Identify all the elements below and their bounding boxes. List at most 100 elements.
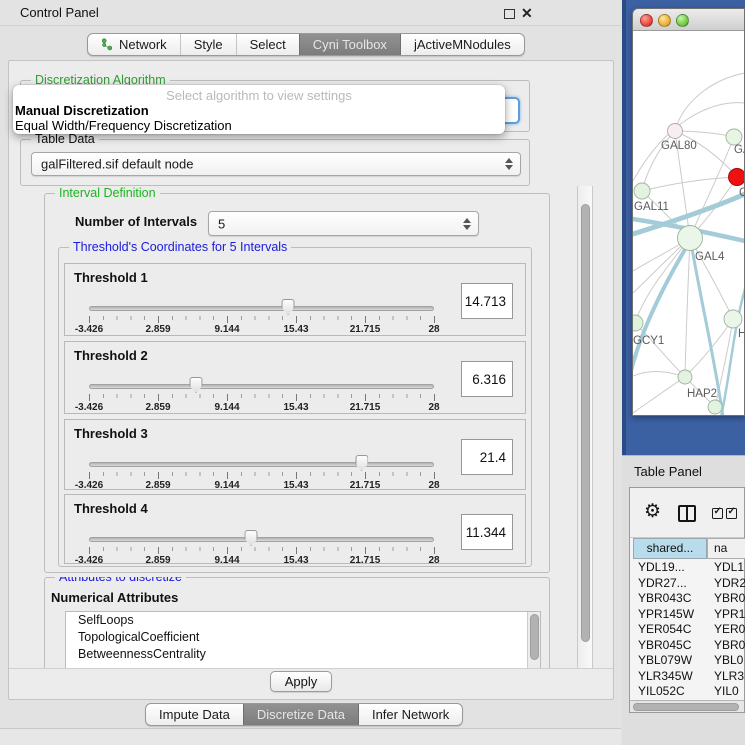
table-row[interactable]: YBR045CYBR0 bbox=[633, 638, 745, 654]
network-node-selected[interactable] bbox=[729, 169, 745, 186]
threshold-4-value-input[interactable] bbox=[461, 514, 513, 550]
tab-discretize-data-label: Discretize Data bbox=[257, 704, 345, 725]
list-item[interactable]: SelfLoops bbox=[66, 612, 540, 629]
panel-scrollbar[interactable] bbox=[577, 186, 593, 668]
slider-track[interactable] bbox=[89, 306, 434, 311]
network-icon bbox=[101, 38, 114, 51]
dropdown-option-manual[interactable]: Manual Discretization bbox=[15, 103, 149, 118]
column-header-name[interactable]: na bbox=[707, 538, 745, 559]
table-header-row: shared... na bbox=[630, 538, 744, 559]
tab-cyni-toolbox[interactable]: Cyni Toolbox bbox=[299, 34, 400, 55]
node-label: GCY1 bbox=[633, 335, 664, 347]
network-node[interactable] bbox=[678, 370, 692, 384]
list-item[interactable]: TopologicalCoefficient bbox=[66, 629, 540, 646]
table-horizontal-scrollbar-thumb[interactable] bbox=[633, 703, 739, 711]
network-canvas[interactable]: GAL80 GA C GAL11 GAL4 GCY1 H HAP2 bbox=[633, 31, 745, 416]
interval-definition-title: Interval Definition bbox=[55, 186, 160, 200]
tab-style-label: Style bbox=[194, 34, 223, 55]
apply-button[interactable]: Apply bbox=[270, 671, 332, 692]
network-node[interactable] bbox=[634, 183, 650, 199]
table-row[interactable]: YPR145WYPR1 bbox=[633, 607, 745, 623]
network-node[interactable] bbox=[726, 129, 742, 145]
close-traffic-light-icon[interactable] bbox=[640, 14, 653, 27]
table-panel-toolbar: ⚙ bbox=[630, 488, 744, 538]
threshold-3-value-input[interactable] bbox=[461, 439, 513, 475]
slider-thumb[interactable] bbox=[245, 530, 258, 546]
table-row[interactable]: YER054CYER0 bbox=[633, 622, 745, 638]
panel-scrollbar-thumb[interactable] bbox=[581, 204, 590, 642]
num-intervals-label: Number of Intervals bbox=[75, 214, 197, 229]
node-label: GA bbox=[734, 144, 745, 156]
slider-tick-labels: -3.4262.8599.14415.4321.71528 bbox=[89, 555, 434, 566]
table-row[interactable]: YBL079WYBL0 bbox=[633, 653, 745, 669]
threshold-4-slider[interactable] bbox=[89, 535, 434, 547]
close-icon[interactable]: ✕ bbox=[521, 4, 533, 22]
slider-thumb[interactable] bbox=[189, 377, 202, 393]
table-data-combobox[interactable]: galFiltered.sif default node bbox=[31, 152, 521, 176]
tab-network[interactable]: Network bbox=[88, 34, 180, 55]
table-row[interactable]: YDL19...YDL1 bbox=[633, 560, 745, 576]
network-node[interactable] bbox=[668, 124, 683, 139]
node-label: GAL80 bbox=[661, 140, 697, 152]
threshold-3-slider[interactable] bbox=[89, 460, 434, 472]
list-scrollbar-thumb[interactable] bbox=[530, 614, 539, 660]
control-panel-tabbar: Network Style Select Cyni Toolbox jActiv… bbox=[87, 33, 525, 56]
network-node[interactable] bbox=[678, 226, 703, 251]
checkbox-icon[interactable] bbox=[712, 508, 723, 519]
list-scrollbar[interactable] bbox=[527, 612, 540, 668]
tab-select[interactable]: Select bbox=[236, 34, 299, 55]
num-intervals-value: 5 bbox=[218, 216, 225, 231]
threshold-1-slider[interactable] bbox=[89, 304, 434, 316]
footer-area bbox=[0, 729, 621, 745]
slider-track[interactable] bbox=[89, 537, 434, 542]
checkbox-icon[interactable] bbox=[726, 508, 737, 519]
network-node[interactable] bbox=[724, 310, 742, 328]
node-label: HAP2 bbox=[687, 388, 717, 400]
slider-track[interactable] bbox=[89, 462, 434, 467]
dropdown-option-equal-width[interactable]: Equal Width/Frequency Discretization bbox=[15, 118, 232, 133]
table-data-groupbox: Table Data galFiltered.sif default node bbox=[20, 139, 530, 186]
slider-tick-labels: -3.4262.8599.14415.4321.71528 bbox=[89, 480, 434, 491]
table-row[interactable]: YBR043CYBR0 bbox=[633, 591, 745, 607]
tab-style[interactable]: Style bbox=[180, 34, 236, 55]
tab-impute-data-label: Impute Data bbox=[159, 704, 230, 725]
threshold-1-value-input[interactable] bbox=[461, 283, 513, 319]
slider-thumb[interactable] bbox=[355, 455, 368, 471]
columns-icon[interactable] bbox=[678, 505, 696, 522]
scrollpane-bottom-border bbox=[9, 668, 613, 669]
float-window-icon[interactable] bbox=[504, 9, 515, 19]
table-row[interactable]: YLR345WYLR3 bbox=[633, 669, 745, 685]
zoom-traffic-light-icon[interactable] bbox=[676, 14, 689, 27]
attributes-groupbox: Attributes to discretize Numerical Attri… bbox=[44, 577, 550, 668]
numerical-attributes-list[interactable]: SelfLoops TopologicalCoefficient Between… bbox=[65, 611, 541, 668]
numerical-attributes-label: Numerical Attributes bbox=[51, 590, 178, 605]
threshold-2-slider[interactable] bbox=[89, 382, 434, 394]
slider-track[interactable] bbox=[89, 384, 434, 389]
table-panel: ⚙ shared... na YDL19...YDL1 YDR27...YDR2… bbox=[629, 487, 745, 713]
table-row[interactable]: YIL052CYIL0 bbox=[633, 684, 745, 700]
tab-jactivemnodules[interactable]: jActiveMNodules bbox=[400, 34, 524, 55]
network-window-frame: GAL80 GA C GAL11 GAL4 GCY1 H HAP2 bbox=[622, 0, 745, 455]
cyni-bottom-tabbar: Impute Data Discretize Data Infer Networ… bbox=[145, 703, 463, 726]
table-row[interactable]: YDR27...YDR2 bbox=[633, 576, 745, 592]
table-data-selected-value: galFiltered.sif default node bbox=[41, 157, 193, 172]
threshold-2-value-input[interactable] bbox=[461, 361, 513, 397]
tab-infer-network[interactable]: Infer Network bbox=[358, 704, 462, 725]
slider-tick-marks bbox=[89, 394, 434, 401]
slider-tick-marks bbox=[89, 472, 434, 479]
network-node[interactable] bbox=[633, 315, 643, 331]
network-node[interactable] bbox=[708, 400, 722, 414]
minimize-traffic-light-icon[interactable] bbox=[658, 14, 671, 27]
network-window: GAL80 GA C GAL11 GAL4 GCY1 H HAP2 bbox=[632, 8, 745, 416]
column-header-shared-name[interactable]: shared... bbox=[633, 538, 707, 559]
slider-thumb[interactable] bbox=[282, 299, 295, 315]
num-intervals-combobox[interactable]: 5 bbox=[208, 211, 479, 236]
list-item[interactable]: BetweennessCentrality bbox=[66, 646, 540, 663]
table-body: YDL19...YDL1 YDR27...YDR2 YBR043CYBR0 YP… bbox=[633, 560, 745, 700]
table-horizontal-scrollbar[interactable] bbox=[630, 700, 744, 712]
gear-icon[interactable]: ⚙ bbox=[644, 502, 661, 522]
tab-impute-data[interactable]: Impute Data bbox=[146, 704, 243, 725]
tab-discretize-data[interactable]: Discretize Data bbox=[243, 704, 358, 725]
network-window-titlebar[interactable] bbox=[633, 9, 744, 31]
tab-infer-network-label: Infer Network bbox=[372, 704, 449, 725]
